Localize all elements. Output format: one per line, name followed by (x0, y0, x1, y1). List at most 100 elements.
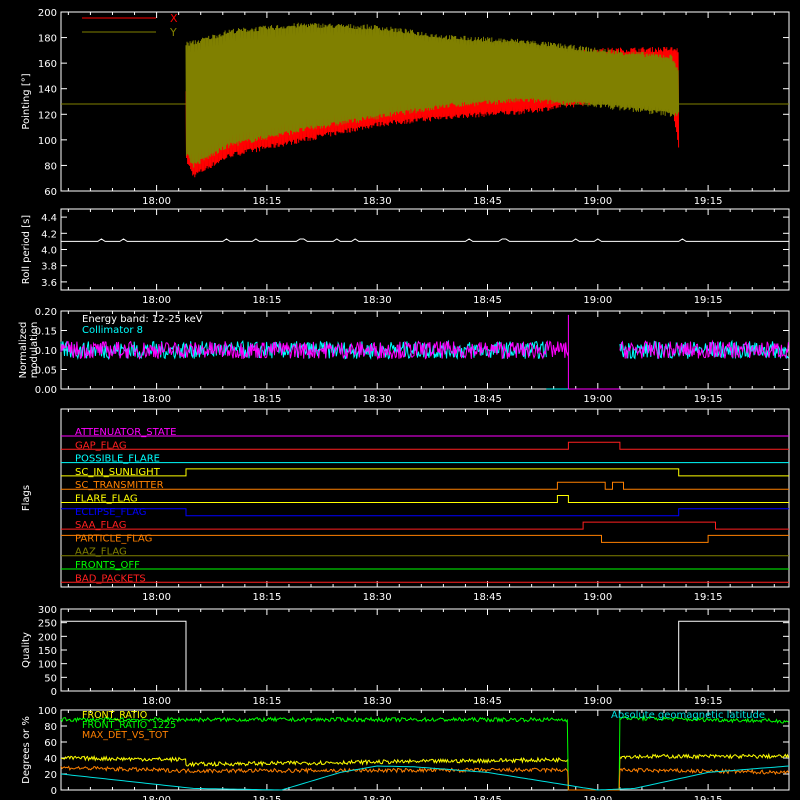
x-tick-label: 19:00 (583, 196, 612, 207)
x-tick-label: 19:00 (583, 295, 612, 306)
y-tick-label: 50 (44, 673, 57, 684)
y-tick-label: 80 (44, 161, 57, 172)
legend-label: Absolute geomagnetic latitude (611, 710, 765, 721)
y-tick-label: 100 (38, 706, 57, 717)
y-tick-label: 40 (44, 754, 57, 765)
y-tick-label: 100 (38, 660, 57, 671)
y-tick-label: 100 (38, 136, 57, 147)
x-tick-label: 19:15 (694, 696, 723, 707)
y-tick-label: 200 (38, 8, 57, 19)
y-tick-label: 0.00 (35, 385, 57, 396)
y-tick-label: 0.20 (35, 307, 57, 318)
x-tick-label: 18:30 (363, 394, 392, 405)
flag-trace (61, 495, 789, 503)
y-tick-label: 4.2 (41, 229, 57, 240)
flag-trace (61, 534, 789, 543)
x-tick-label: 18:00 (142, 295, 171, 306)
x-tick-label: 18:00 (142, 795, 171, 800)
flag-label: AAZ_FLAG (75, 547, 127, 558)
legend-label: Collimator 8 (82, 325, 143, 336)
panel-frame (60, 208, 790, 291)
flag-label: SC_IN_SUNLIGHT (75, 467, 161, 478)
x-tick-label: 18:15 (252, 394, 281, 405)
flag-label: PARTICLE_FLAG (75, 533, 152, 544)
x-tick-label: 19:15 (694, 592, 723, 603)
flag-trace (61, 481, 789, 490)
y-tick-label: 120 (38, 110, 57, 121)
y-axis-title: Quality (21, 632, 32, 668)
series-line-modulation (60, 339, 789, 390)
x-tick-label: 19:15 (694, 196, 723, 207)
x-tick-label: 18:30 (363, 696, 392, 707)
y-axis-title: Flags (21, 485, 32, 511)
x-tick-label: 18:45 (473, 394, 502, 405)
x-tick-label: 18:15 (252, 696, 281, 707)
x-tick-label: 18:45 (473, 592, 502, 603)
flag-label: ATTENUATOR_STATE (75, 427, 176, 438)
x-tick-label: 19:15 (694, 394, 723, 405)
x-tick-label: 18:30 (363, 592, 392, 603)
x-tick-label: 18:15 (252, 795, 281, 800)
x-tick-label: 18:00 (142, 394, 171, 405)
x-tick-label: 18:45 (473, 696, 502, 707)
y-tick-label: 20 (44, 770, 57, 781)
x-tick-label: 19:00 (583, 394, 612, 405)
y-axis-title: Pointing [°] (21, 73, 32, 129)
flag-label: SAA_FLAG (75, 520, 126, 531)
x-tick-label: 18:45 (473, 795, 502, 800)
y-tick-label: 300 (38, 605, 57, 616)
flag-label: FRONTS_OFF (75, 560, 140, 571)
y-tick-label: 4.0 (41, 246, 57, 257)
y-tick-label: 160 (38, 59, 57, 70)
y-tick-label: 180 (38, 34, 57, 45)
x-tick-label: 19:15 (694, 795, 723, 800)
y-tick-label: 0 (51, 687, 57, 698)
y-tick-label: 250 (38, 619, 57, 630)
flag-label: BAD_PACKETS (75, 573, 146, 584)
series-line-quality (61, 620, 789, 692)
series-line-roll-period (61, 238, 789, 242)
y-axis-title: Degrees or % (21, 716, 32, 784)
x-tick-label: 18:30 (363, 196, 392, 207)
annotation-energy-band: Energy band: 12-25 keV (82, 314, 203, 325)
x-tick-label: 19:00 (583, 696, 612, 707)
y-tick-label: 200 (38, 632, 57, 643)
x-tick-label: 18:00 (142, 592, 171, 603)
flag-label: FLARE_FLAG (75, 494, 138, 505)
flag-label: POSSIBLE_FLARE (75, 454, 160, 465)
x-tick-label: 18:00 (142, 196, 171, 207)
x-tick-label: 18:00 (142, 696, 171, 707)
x-tick-label: 18:45 (473, 295, 502, 306)
flag-trace (61, 508, 789, 517)
x-tick-label: 19:00 (583, 592, 612, 603)
flag-trace (61, 521, 789, 530)
x-tick-label: 18:15 (252, 196, 281, 207)
y-tick-label: 80 (44, 722, 57, 733)
y-tick-label: 150 (38, 646, 57, 657)
y-tick-label: 140 (38, 85, 57, 96)
y-tick-label: 0 (51, 786, 57, 797)
legend-label: MAX_DET_VS_TOT (82, 730, 168, 741)
flag-label: ECLIPSE_FLAG (75, 507, 146, 518)
x-tick-label: 19:15 (694, 295, 723, 306)
y-tick-label: 60 (44, 738, 57, 749)
y-axis-title: Roll period [s] (21, 215, 32, 284)
y-tick-label: 3.6 (41, 278, 57, 289)
flag-trace (61, 468, 789, 477)
x-tick-label: 18:30 (363, 295, 392, 306)
x-tick-label: 19:00 (583, 795, 612, 800)
flag-label: SC_TRANSMITTER (75, 480, 164, 491)
y-tick-label: 4.4 (41, 213, 57, 224)
y-axis-title: Normalizedmodulation (18, 322, 40, 379)
y-tick-label: 60 (44, 187, 57, 198)
flag-label: GAP_FLAG (75, 440, 127, 451)
x-tick-label: 18:30 (363, 795, 392, 800)
x-tick-label: 18:15 (252, 592, 281, 603)
flag-trace (61, 441, 789, 450)
y-tick-label: 3.8 (41, 262, 57, 273)
hessi-summary-figure: 18:00 18:15 18:30 18:45 19:00 19:15 18:00 18:15… (18, 8, 790, 800)
x-tick-label: 18:45 (473, 196, 502, 207)
legend-label: Y (169, 26, 177, 39)
x-tick-label: 18:15 (252, 295, 281, 306)
legend-label: X (170, 12, 178, 25)
